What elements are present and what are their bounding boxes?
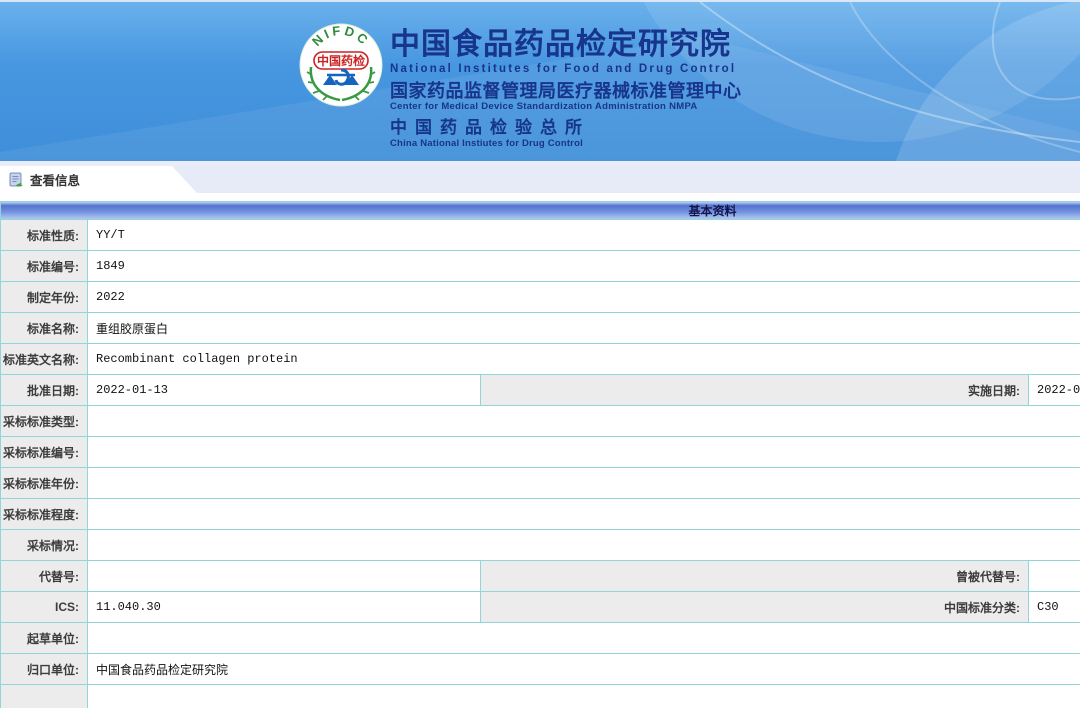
label-cell: 采标标准编号: bbox=[1, 437, 88, 468]
value-cell: 1849 bbox=[88, 251, 1080, 282]
label-cell: 起草单位: bbox=[1, 623, 88, 654]
table-row: 采标标准类型: bbox=[1, 406, 1080, 437]
value-cell: YY/T bbox=[88, 220, 1080, 251]
label-cell: 采标情况: bbox=[1, 530, 88, 561]
value-cell bbox=[88, 406, 1080, 437]
value-cell: Recombinant collagen protein bbox=[88, 344, 1080, 375]
table-row: 标准编号: 1849 bbox=[1, 251, 1080, 282]
value-cell bbox=[1029, 561, 1080, 592]
value-cell bbox=[88, 561, 481, 592]
label-cell: 实施日期: bbox=[481, 375, 1029, 406]
label-cell: 采标标准程度: bbox=[1, 499, 88, 530]
table-row-partial bbox=[1, 685, 1080, 708]
value-cell: 2022-01-13 bbox=[88, 375, 481, 406]
value-cell bbox=[88, 437, 1080, 468]
value-cell bbox=[88, 499, 1080, 530]
table-viewport: 基本资料 标准性质: YY/T 标准编号: 1849 制定年份: 2022 标准… bbox=[0, 201, 1080, 708]
table-row: 批准日期: 2022-01-13 实施日期: 2022-08-01 bbox=[1, 375, 1080, 406]
tab-bar: 查看信息 bbox=[0, 166, 1080, 193]
tab-view-info-label: 查看信息 bbox=[30, 170, 80, 189]
header-titles: 中国食品药品检定研究院 National Institutes for Food… bbox=[390, 29, 742, 149]
label-cell: ICS: bbox=[1, 592, 88, 623]
content-gap bbox=[0, 193, 1080, 201]
value-cell: 2022 bbox=[88, 282, 1080, 313]
table-row: 制定年份: 2022 bbox=[1, 282, 1080, 313]
value-cell: 中国食品药品检定研究院 bbox=[88, 654, 1080, 685]
value-cell bbox=[88, 530, 1080, 561]
page: NIFDC 中国药检 中国食品药品检定研究院 National Institut… bbox=[0, 0, 1080, 708]
label-cell: 采标标准年份: bbox=[1, 468, 88, 499]
label-cell: 标准编号: bbox=[1, 251, 88, 282]
table-row: 标准英文名称: Recombinant collagen protein bbox=[1, 344, 1080, 375]
table-row: 采标标准编号: bbox=[1, 437, 1080, 468]
table-row: ICS: 11.040.30 中国标准分类: C30 bbox=[1, 592, 1080, 623]
label-cell: 标准名称: bbox=[1, 313, 88, 344]
value-cell bbox=[88, 685, 1080, 708]
label-cell: 采标标准类型: bbox=[1, 406, 88, 437]
institute-name-en: China National Instiutes for Drug Contro… bbox=[390, 138, 742, 149]
value-cell bbox=[88, 623, 1080, 654]
basic-info-table: 基本资料 标准性质: YY/T 标准编号: 1849 制定年份: 2022 标准… bbox=[0, 201, 1080, 708]
view-info-document-icon bbox=[9, 172, 24, 188]
value-cell: 11.040.30 bbox=[88, 592, 481, 623]
svg-text:中国药检: 中国药检 bbox=[317, 53, 365, 68]
label-cell: 曾被代替号: bbox=[481, 561, 1029, 592]
org-name-en: National Institutes for Food and Drug Co… bbox=[390, 62, 742, 76]
label-cell: 制定年份: bbox=[1, 282, 88, 313]
label-cell: 批准日期: bbox=[1, 375, 88, 406]
label-cell: 归口单位: bbox=[1, 654, 88, 685]
site-header: NIFDC 中国药检 中国食品药品检定研究院 National Institut… bbox=[0, 0, 1080, 161]
value-cell: 2022-08-01 bbox=[1029, 375, 1080, 406]
table-row: 采标情况: bbox=[1, 530, 1080, 561]
table-row: 标准性质: YY/T bbox=[1, 220, 1080, 251]
table-row: 采标标准程度: bbox=[1, 499, 1080, 530]
tab-view-info[interactable]: 查看信息 bbox=[0, 166, 197, 193]
label-cell: 中国标准分类: bbox=[481, 592, 1029, 623]
label-cell: 标准英文名称: bbox=[1, 344, 88, 375]
label-cell: 标准性质: bbox=[1, 220, 88, 251]
value-cell: C30 bbox=[1029, 592, 1080, 623]
center-name-cn: 国家药品监督管理局医疗器械标准管理中心 bbox=[390, 81, 742, 101]
label-cell: 代替号: bbox=[1, 561, 88, 592]
value-cell bbox=[88, 468, 1080, 499]
value-cell: 重组胶原蛋白 bbox=[88, 313, 1080, 344]
org-name-cn: 中国食品药品检定研究院 bbox=[390, 29, 742, 61]
table-row: 归口单位: 中国食品药品检定研究院 bbox=[1, 654, 1080, 685]
institute-name-cn: 中国药品检验总所 bbox=[390, 118, 742, 138]
nifdc-logo: NIFDC 中国药检 bbox=[299, 23, 383, 107]
table-title: 基本资料 bbox=[1, 202, 1080, 220]
table-row: 采标标准年份: bbox=[1, 468, 1080, 499]
table-row: 代替号: 曾被代替号: bbox=[1, 561, 1080, 592]
table-row: 起草单位: bbox=[1, 623, 1080, 654]
table-title-row: 基本资料 bbox=[1, 202, 1080, 220]
table-row: 标准名称: 重组胶原蛋白 bbox=[1, 313, 1080, 344]
center-name-en: Center for Medical Device Standardizatio… bbox=[390, 101, 742, 112]
label-cell bbox=[1, 685, 88, 708]
